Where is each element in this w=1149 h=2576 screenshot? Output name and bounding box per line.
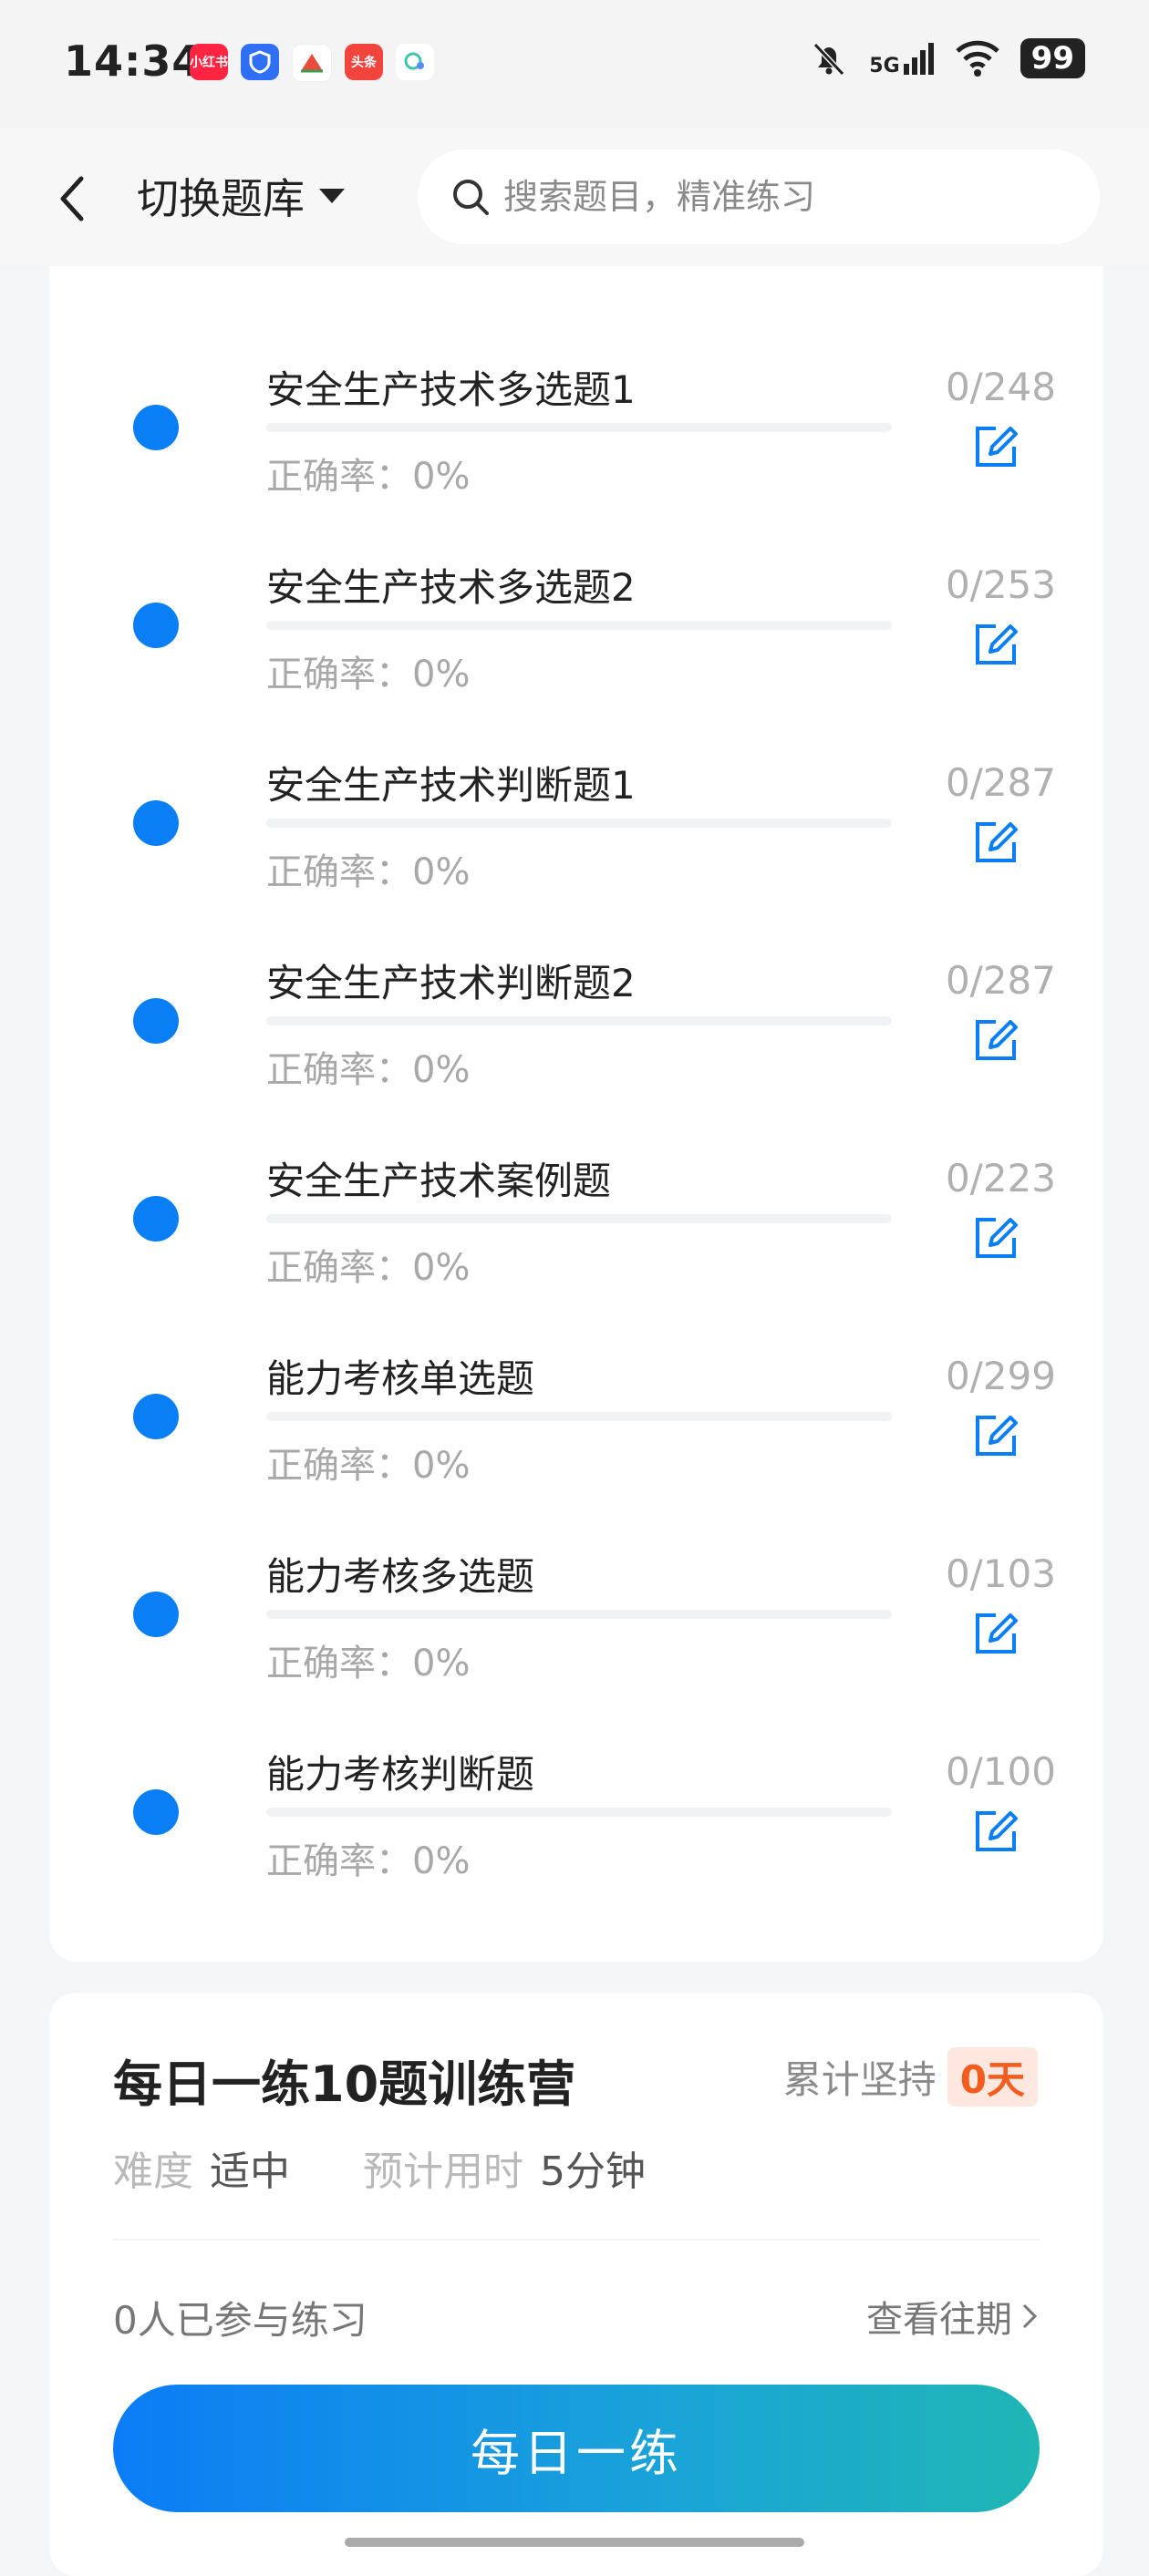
chat-app-icon: [396, 44, 434, 80]
edit-icon[interactable]: [972, 1016, 1020, 1064]
back-arrow-icon[interactable]: [50, 171, 96, 226]
list-item[interactable]: 安全生产技术案例题 正确率：0% 0/223: [49, 1127, 1103, 1324]
accuracy-text: 正确率：0%: [266, 1445, 471, 1487]
streak-info: 累计坚持 0天: [783, 2047, 1038, 2107]
item-title: 能力考核判断题: [266, 1752, 535, 1797]
bell-off-icon: [813, 42, 845, 77]
progress-bar: [266, 1412, 892, 1421]
status-dot: [133, 405, 179, 450]
status-dot: [133, 1394, 179, 1439]
top-bar: 切换题库: [0, 128, 1149, 266]
list-item[interactable]: 能力考核多选题 正确率：0% 0/103: [49, 1522, 1103, 1720]
edit-icon[interactable]: [972, 423, 1020, 470]
search-input[interactable]: [502, 176, 1052, 218]
item-title: 安全生产技术案例题: [266, 1159, 612, 1203]
chevron-right-icon: [1022, 2303, 1038, 2329]
edit-icon[interactable]: [972, 1610, 1020, 1657]
status-dot: [133, 1196, 179, 1242]
difficulty-label: 难度: [113, 2148, 193, 2195]
time-label: 预计用时: [363, 2148, 523, 2195]
switch-question-bank-button[interactable]: 切换题库: [137, 166, 347, 226]
progress-bar: [266, 1016, 892, 1025]
status-time: 14:34: [64, 36, 202, 86]
list-item[interactable]: 安全生产技术判断题1 正确率：0% 0/287: [49, 731, 1103, 929]
status-dot: [133, 1592, 179, 1637]
list-item[interactable]: 安全生产技术判断题2 正确率：0% 0/287: [49, 929, 1103, 1127]
edit-icon[interactable]: [972, 1412, 1020, 1459]
camp-title: 每日一练10题训练营: [113, 2056, 576, 2113]
accuracy-text: 正确率：0%: [266, 266, 470, 273]
view-history-label: 查看往期: [866, 2299, 1012, 2341]
status-dot: [133, 1789, 179, 1835]
list-item[interactable]: 安全生产技术多选题1 正确率：0% 0/248: [49, 335, 1103, 533]
progress-bar: [266, 1610, 892, 1619]
network-type-label: 5G: [869, 55, 900, 77]
question-count: 0/103: [945, 1551, 1056, 1596]
edit-icon[interactable]: [972, 1214, 1020, 1262]
search-icon: [453, 180, 489, 215]
daily-training-card: 每日一练10题训练营 累计坚持 0天 难度 适中 预计用时 5分钟 0人已参与练…: [49, 1993, 1103, 2576]
accuracy-text: 正确率：0%: [266, 456, 471, 498]
progress-bar: [266, 423, 892, 432]
progress-bar: [266, 819, 892, 828]
daily-practice-button[interactable]: 每日一练: [113, 2385, 1040, 2512]
list-item[interactable]: 安全生产技术多选题2 正确率：0% 0/253: [49, 533, 1103, 731]
list-item[interactable]: 能力考核单选题 正确率：0% 0/299: [49, 1324, 1103, 1522]
progress-bar: [266, 1214, 892, 1223]
accuracy-text: 正确率：0%: [266, 1840, 471, 1882]
cellular-signal-icon: 5G: [869, 42, 934, 77]
battery-indicator: 99: [1020, 38, 1085, 78]
system-icons: 5G 99: [809, 38, 1085, 78]
xiaohongshu-app-icon: 小红书: [190, 44, 228, 80]
item-title: 安全生产技术判断题1: [266, 763, 636, 808]
notification-app-icons: 小红书 头条: [190, 44, 434, 82]
status-dot: [133, 800, 179, 846]
watermelon-app-icon: [292, 44, 332, 82]
divider: [113, 2239, 1040, 2241]
question-count: 0/223: [945, 1156, 1056, 1200]
list-item[interactable]: 能力考核判断题 正确率：0% 0/100: [49, 1720, 1103, 1918]
caret-down-icon: [319, 189, 345, 203]
time-value: 5分钟: [540, 2148, 646, 2195]
progress-bar: [266, 1808, 892, 1817]
list-item-partial[interactable]: 正确率：0%: [49, 266, 1103, 307]
home-indicator[interactable]: [345, 2538, 804, 2547]
streak-label: 累计坚持: [782, 2057, 937, 2102]
accuracy-text: 正确率：0%: [266, 851, 471, 893]
accuracy-text: 正确率：0%: [266, 1049, 471, 1091]
question-count: 0/287: [945, 760, 1056, 805]
status-bar: 14:34 小红书 头条 5G 99: [0, 0, 1149, 128]
search-box[interactable]: [418, 149, 1100, 244]
accuracy-text: 正确率：0%: [266, 1643, 471, 1685]
streak-badge: 0天: [947, 2047, 1038, 2107]
accuracy-text: 正确率：0%: [266, 1247, 471, 1289]
item-title: 能力考核多选题: [266, 1554, 535, 1599]
edit-icon[interactable]: [972, 1808, 1020, 1855]
view-history-link[interactable]: 查看往期: [866, 2290, 1038, 2343]
question-count: 0/100: [945, 1749, 1056, 1794]
accuracy-text: 正确率：0%: [266, 654, 471, 696]
item-title: 安全生产技术多选题1: [266, 367, 636, 412]
toutiao-app-icon: 头条: [345, 44, 383, 80]
question-count: 0/299: [945, 1354, 1056, 1398]
edit-icon[interactable]: [972, 621, 1020, 668]
participants-text: 0人已参与练习: [113, 2298, 367, 2343]
shield-app-icon: [241, 44, 279, 80]
item-title: 安全生产技术多选题2: [266, 565, 636, 610]
question-bank-list: 正确率：0% 安全生产技术多选题1 正确率：0% 0/248 安全生产技术多选题…: [49, 266, 1103, 1962]
status-dot: [133, 603, 179, 648]
switch-bank-label: 切换题库: [137, 174, 305, 223]
question-count: 0/248: [945, 365, 1056, 409]
question-count: 0/287: [945, 958, 1056, 1003]
edit-icon[interactable]: [972, 819, 1020, 866]
progress-bar: [266, 621, 892, 630]
item-title: 安全生产技术判断题2: [266, 961, 636, 1005]
difficulty-value: 适中: [210, 2148, 290, 2195]
status-dot: [133, 998, 179, 1044]
wifi-icon: [955, 40, 999, 77]
item-title: 能力考核单选题: [266, 1356, 535, 1401]
camp-meta: 难度 适中 预计用时 5分钟: [113, 2138, 719, 2197]
question-count: 0/253: [945, 562, 1056, 607]
